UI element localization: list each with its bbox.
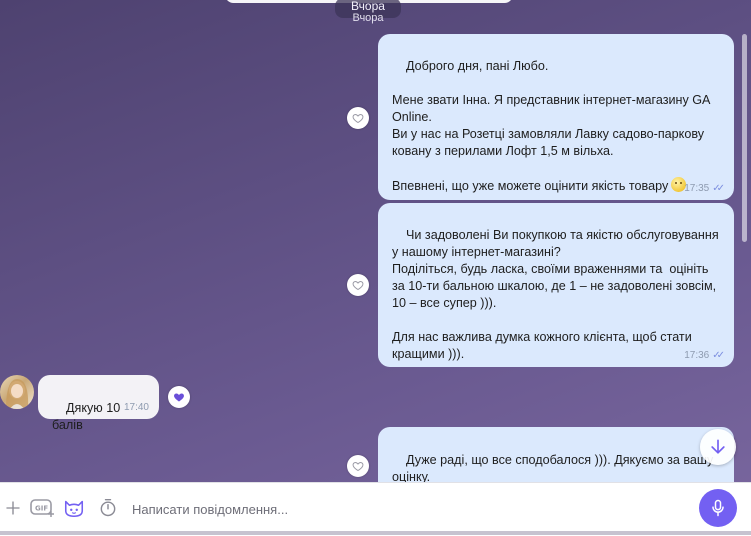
message-time: 17:35 (684, 183, 710, 194)
like-button-active[interactable] (168, 386, 190, 408)
scrollbar-thumb[interactable] (742, 34, 747, 242)
message-text: Чи задоволені Ви покупкою та якістю обсл… (392, 228, 719, 361)
read-checkmarks-icon: ✓✓ (712, 183, 725, 194)
arrow-down-icon (711, 439, 725, 454)
message-input[interactable] (130, 495, 684, 523)
scroll-to-bottom-button[interactable] (700, 429, 736, 465)
message-text: Дякую 10 балів (52, 401, 124, 432)
message-composer: GIF (0, 482, 751, 536)
message-time: 17:40 (123, 402, 149, 413)
heart-outline-icon (352, 113, 364, 124)
like-button[interactable] (347, 455, 369, 477)
message-meta: 17:35 ✓✓ (684, 180, 725, 197)
svg-text:GIF: GIF (35, 505, 48, 513)
message-bubble-outgoing[interactable]: Доброго дня, пані Любо. Мене звати Інна.… (378, 34, 734, 200)
contact-avatar[interactable] (0, 375, 34, 409)
voice-message-button[interactable] (699, 489, 737, 527)
heart-outline-icon (352, 280, 364, 291)
date-separator-label: Вчора (351, 0, 385, 13)
timer-icon (100, 498, 116, 517)
gif-button[interactable]: GIF (30, 496, 56, 520)
like-button[interactable] (347, 107, 369, 129)
message-time: 17:36 (684, 350, 710, 361)
message-bubble-incoming[interactable]: Дякую 10 балів 17:40 (38, 375, 159, 432)
chat-area: Вчора Вчора Доброго дня, пані Любо. Мене… (0, 0, 751, 482)
message-bubble-outgoing[interactable]: Чи задоволені Ви покупкою та якістю обсл… (378, 203, 734, 367)
sticker-icon (64, 500, 84, 518)
message-meta: 17:40 (124, 399, 149, 416)
window-bottom-edge (0, 531, 751, 535)
message-meta: 17:36 ✓✓ (684, 347, 725, 364)
attach-button[interactable] (1, 496, 25, 520)
heart-outline-icon (352, 461, 364, 472)
message-bubble-outgoing[interactable]: Дуже раді, що все сподобалося ))). Дякує… (378, 427, 734, 482)
like-button[interactable] (347, 274, 369, 296)
date-separator: Вчора Вчора (335, 0, 401, 24)
date-separator-label-shadow: Вчора (352, 12, 384, 24)
heart-filled-icon (174, 393, 184, 402)
timer-button[interactable] (96, 496, 120, 520)
microphone-icon (712, 499, 724, 517)
avatar-photo (6, 379, 29, 409)
message-text: Дуже раді, що все сподобалося ))). Дякує… (392, 453, 714, 482)
read-checkmarks-icon: ✓✓ (712, 350, 725, 361)
gif-icon: GIF (30, 499, 54, 517)
message-text: Доброго дня, пані Любо. Мене звати Інна.… (392, 59, 710, 193)
sticker-button[interactable] (62, 496, 86, 520)
plus-icon (6, 501, 20, 515)
